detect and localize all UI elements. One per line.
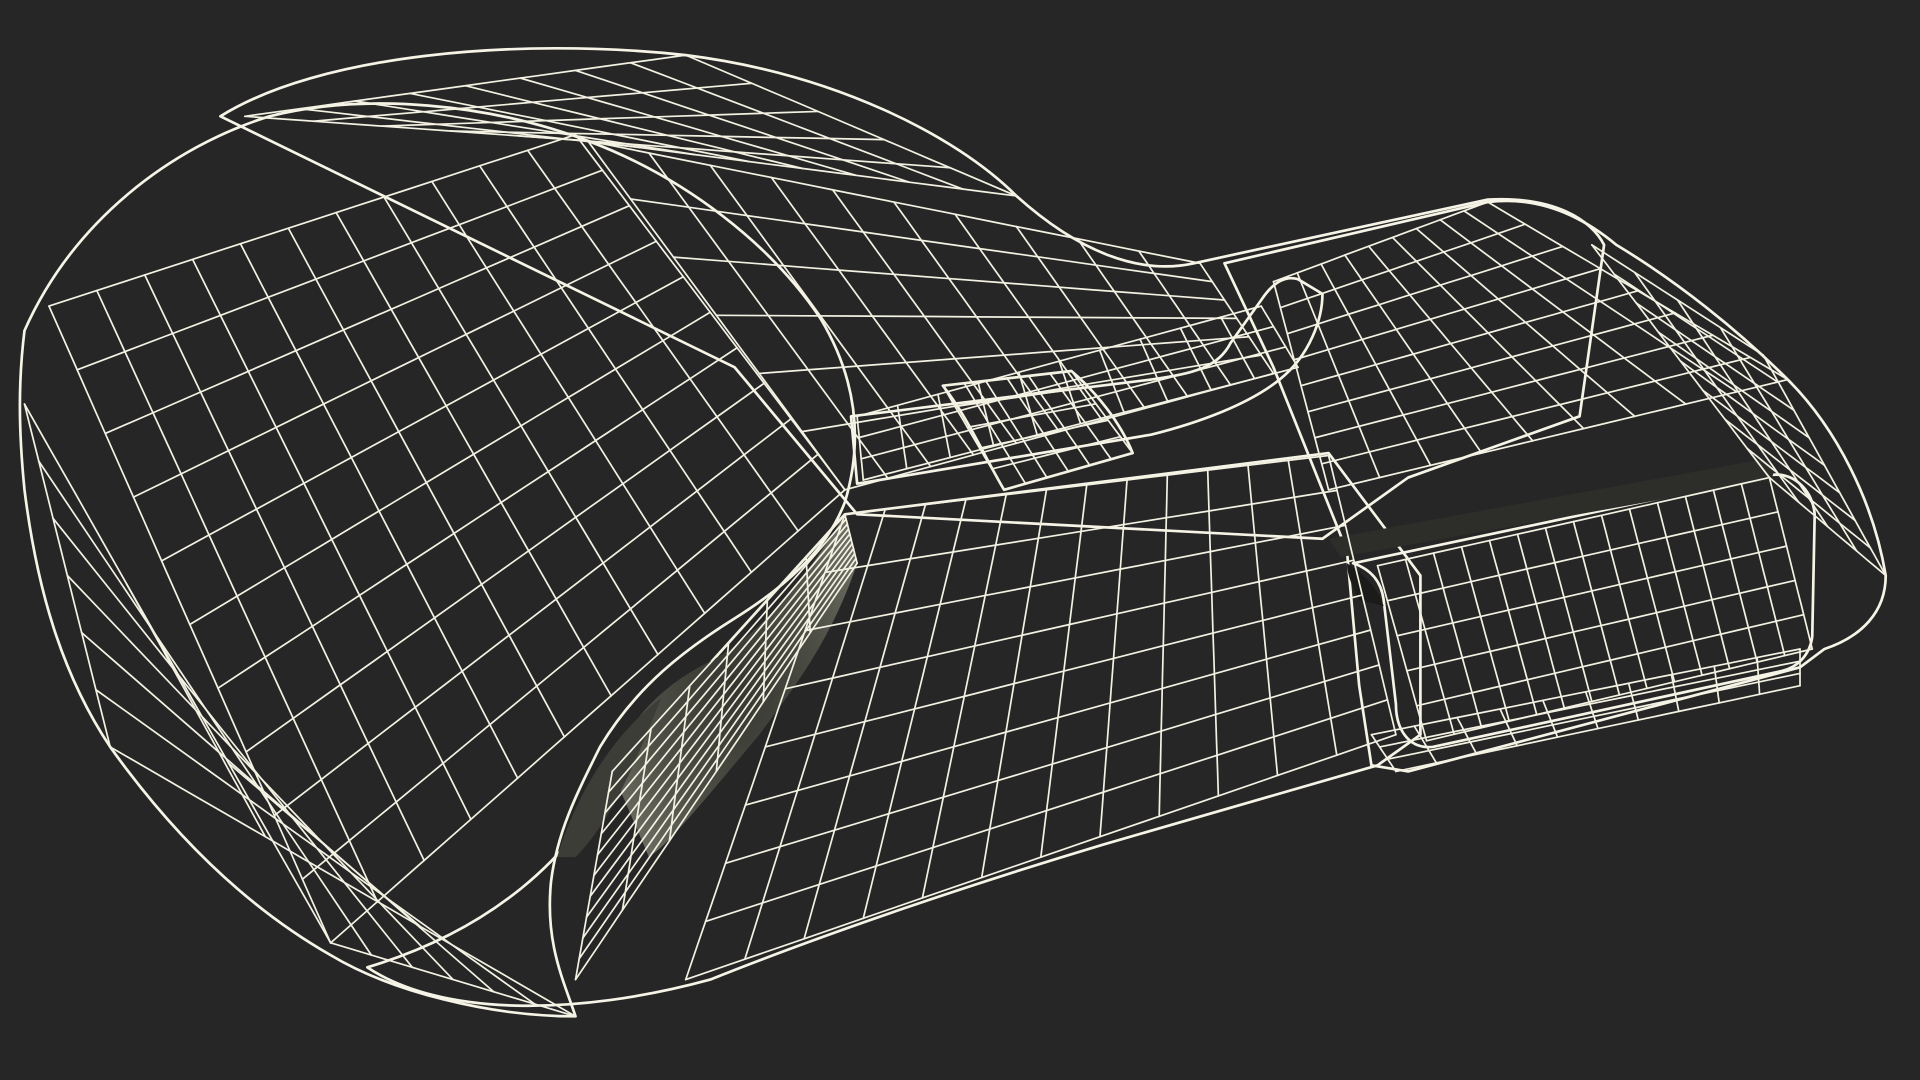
cuff-upper-mesh [1272, 201, 1789, 491]
velcro-mesh-v-line [1406, 579, 1796, 672]
strap-mesh-u-line [1017, 371, 1038, 436]
body-palm-mesh-v-line [824, 489, 1338, 574]
body-palm-mesh-v-line [704, 698, 1389, 923]
velcro-mesh-u-line [1656, 501, 1703, 677]
loop-patch-mesh-v-line [1003, 452, 1134, 491]
cuff-upper-mesh-v-line [1307, 312, 1677, 413]
velcro-mesh-u-line [1432, 552, 1483, 729]
back-top-mesh-v-line [381, 110, 819, 127]
fist-side-mesh-v-line [95, 688, 536, 1005]
body-palm-mesh-v-line [724, 664, 1380, 865]
velcro-mesh-u-line [1684, 495, 1731, 670]
body-palm-mesh-v-line [844, 454, 1330, 516]
velcro-mesh-u-line [1600, 514, 1648, 690]
body-palm-mesh-v-line [804, 524, 1347, 632]
boxing-glove-model [18, 46, 1888, 1018]
cuff-lower-mesh-u-line [1542, 699, 1559, 738]
back-upper-mesh-v-line [801, 354, 1263, 433]
strap-mesh-u-line [856, 415, 865, 481]
velcro-mesh-u-line [1712, 489, 1758, 663]
loop-patch-mesh-v-line [954, 386, 1085, 408]
velcro-mesh-u-line [1460, 546, 1511, 722]
cuff-lower-mesh-v-line [1378, 660, 1801, 748]
glove-fist [18, 102, 857, 1018]
cuff-lower-mesh-u-line [1499, 708, 1518, 747]
fist-side-mesh [23, 403, 577, 1018]
back-top-mesh [244, 54, 1018, 197]
velcro-mesh-u-line [1404, 558, 1455, 736]
fist-face-mesh-v-line [188, 311, 712, 626]
fist-side-mesh-v-line [109, 746, 577, 1018]
back-upper-mesh-v-line [629, 198, 1214, 283]
fist-face-mesh-v-line [76, 169, 604, 371]
body-palm-mesh [684, 454, 1397, 981]
loop-patch-mesh-v-line [942, 370, 1073, 387]
cuff-lower-mesh-u-line [1756, 656, 1761, 696]
cuff-end-mesh-v-line [1746, 447, 1872, 549]
fist-face-mesh-v-line [104, 204, 631, 435]
wireframe-mesh [23, 54, 1887, 1018]
cuff-lower-mesh-v-line [1395, 684, 1801, 773]
fist-side-mesh-v-line [66, 574, 454, 981]
fist-face-mesh-v-line [160, 275, 685, 562]
cuff-upper-mesh-v-line [1320, 356, 1752, 465]
crease-mesh-v-line [593, 537, 852, 877]
velcro-mesh-u-line [1516, 533, 1566, 709]
body-palm-mesh-v-line [684, 733, 1397, 981]
back-top-mesh-u-line [629, 61, 964, 190]
cuff-end-mesh-v-line [1768, 476, 1887, 577]
cuff-end-mesh-v-line [1590, 244, 1765, 356]
velcro-mesh-u-line [1544, 527, 1593, 703]
cuff-end-mesh-v-line [1635, 302, 1795, 412]
back-top-mesh-u-line [574, 69, 911, 184]
fist-face-mesh-v-line [217, 346, 738, 690]
velcro-mesh-v-line [1396, 545, 1788, 637]
cuff-upper-mesh-v-line [1272, 201, 1489, 283]
strap-mesh-u-line [977, 382, 995, 448]
cuff-lower-mesh-u-line [1456, 716, 1478, 756]
render-viewport [0, 0, 1920, 1080]
velcro-mesh-u-line [1628, 508, 1676, 683]
strap-mesh-u-line [1179, 327, 1212, 391]
back-upper-mesh-v-line [586, 139, 1201, 265]
cuff-end-mesh-v-line [1613, 273, 1780, 384]
cuff-end-mesh [1590, 244, 1887, 577]
velcro-mesh [1376, 476, 1814, 742]
crease-mesh-v-line [600, 528, 850, 835]
velcro-mesh-u-line [1488, 539, 1538, 716]
cuff-end-mesh-v-line [1679, 360, 1826, 467]
crease-mesh-v-line [589, 542, 854, 898]
velcro-mesh-u-line [1572, 520, 1621, 696]
fist-side-mesh-v-line [80, 631, 495, 993]
strap-mesh-u-line [1219, 316, 1256, 380]
crease-mesh-v-line [596, 533, 851, 856]
strap-mesh-u-line [1260, 305, 1299, 369]
fist-face-mesh-v-line [132, 240, 658, 498]
cuff-upper-mesh-v-line [1314, 334, 1714, 439]
cuff-lower-mesh-v-line [1370, 648, 1801, 736]
strap-mesh [856, 305, 1299, 481]
